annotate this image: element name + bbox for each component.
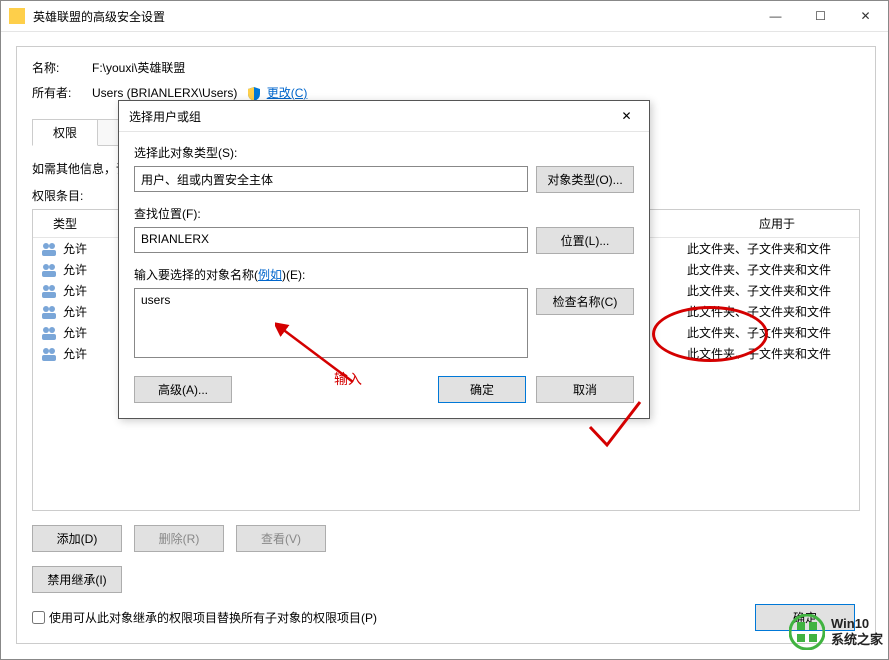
titlebar: 英雄联盟的高级安全设置 — ☐ ✕ [1,1,888,32]
window-title: 英雄联盟的高级安全设置 [33,8,753,25]
remove-button: 删除(R) [134,525,224,552]
users-icon [41,262,57,278]
owner-change: 更改(C) [247,84,307,101]
watermark: Win10 系统之家 [789,614,883,650]
window-buttons: — ☐ ✕ [753,1,888,31]
dialog-footer: 高级(A)... 确定 取消 [134,376,634,403]
example-link[interactable]: 例如 [258,268,282,282]
object-names-input[interactable] [134,288,528,358]
change-owner-link[interactable]: 更改(C) [267,86,308,100]
close-button[interactable]: ✕ [843,1,888,31]
name-value: F:\youxi\英雄联盟 [92,59,185,76]
dialog-title: 选择用户或组 [129,108,604,125]
owner-row: 所有者: Users (BRIANLERX\Users) 更改(C) [32,84,860,101]
dialog-titlebar: 选择用户或组 ✕ [119,101,649,132]
add-button[interactable]: 添加(D) [32,525,122,552]
folder-icon [9,8,25,24]
location-label: 查找位置(F): [134,205,634,222]
disable-inherit-button[interactable]: 禁用继承(I) [32,566,122,593]
users-icon [41,283,57,299]
owner-value: Users (BRIANLERX\Users) [92,86,237,100]
select-user-dialog: 选择用户或组 ✕ 选择此对象类型(S): 用户、组或内置安全主体 对象类型(O)… [118,100,650,419]
col-applies[interactable]: 应用于 [739,210,859,237]
location-field: BRIANLERX [134,227,528,253]
shield-icon [247,87,261,101]
replace-checkbox[interactable] [32,611,45,624]
minimize-button[interactable]: — [753,1,798,31]
users-icon [41,241,57,257]
object-type-field: 用户、组或内置安全主体 [134,166,528,192]
watermark-text: Win10 系统之家 [831,616,883,647]
replace-label: 使用可从此对象继承的权限项目替换所有子对象的权限项目(P) [49,609,377,626]
users-icon [41,325,57,341]
object-type-label: 选择此对象类型(S): [134,144,634,161]
name-row: 名称: F:\youxi\英雄联盟 [32,59,860,76]
dialog-ok-button[interactable]: 确定 [438,376,526,403]
users-icon [41,346,57,362]
check-names-button[interactable]: 检查名称(C) [536,288,634,315]
names-label: 输入要选择的对象名称(例如)(E): [134,266,634,283]
users-icon [41,304,57,320]
dialog-cancel-button[interactable]: 取消 [536,376,634,403]
name-label: 名称: [32,59,92,76]
maximize-button[interactable]: ☐ [798,1,843,31]
tab-permissions[interactable]: 权限 [32,119,98,146]
dialog-close-button[interactable]: ✕ [604,101,649,131]
object-types-button[interactable]: 对象类型(O)... [536,166,634,193]
locations-button[interactable]: 位置(L)... [536,227,634,254]
owner-label: 所有者: [32,84,92,101]
view-button: 查看(V) [236,525,326,552]
watermark-logo-icon [789,614,825,650]
advanced-button[interactable]: 高级(A)... [134,376,232,403]
replace-row: 使用可从此对象继承的权限项目替换所有子对象的权限项目(P) [32,609,860,626]
entry-buttons: 添加(D) 删除(R) 查看(V) [32,525,860,552]
dialog-body: 选择此对象类型(S): 用户、组或内置安全主体 对象类型(O)... 查找位置(… [119,132,649,418]
inherit-buttons: 禁用继承(I) [32,566,860,593]
